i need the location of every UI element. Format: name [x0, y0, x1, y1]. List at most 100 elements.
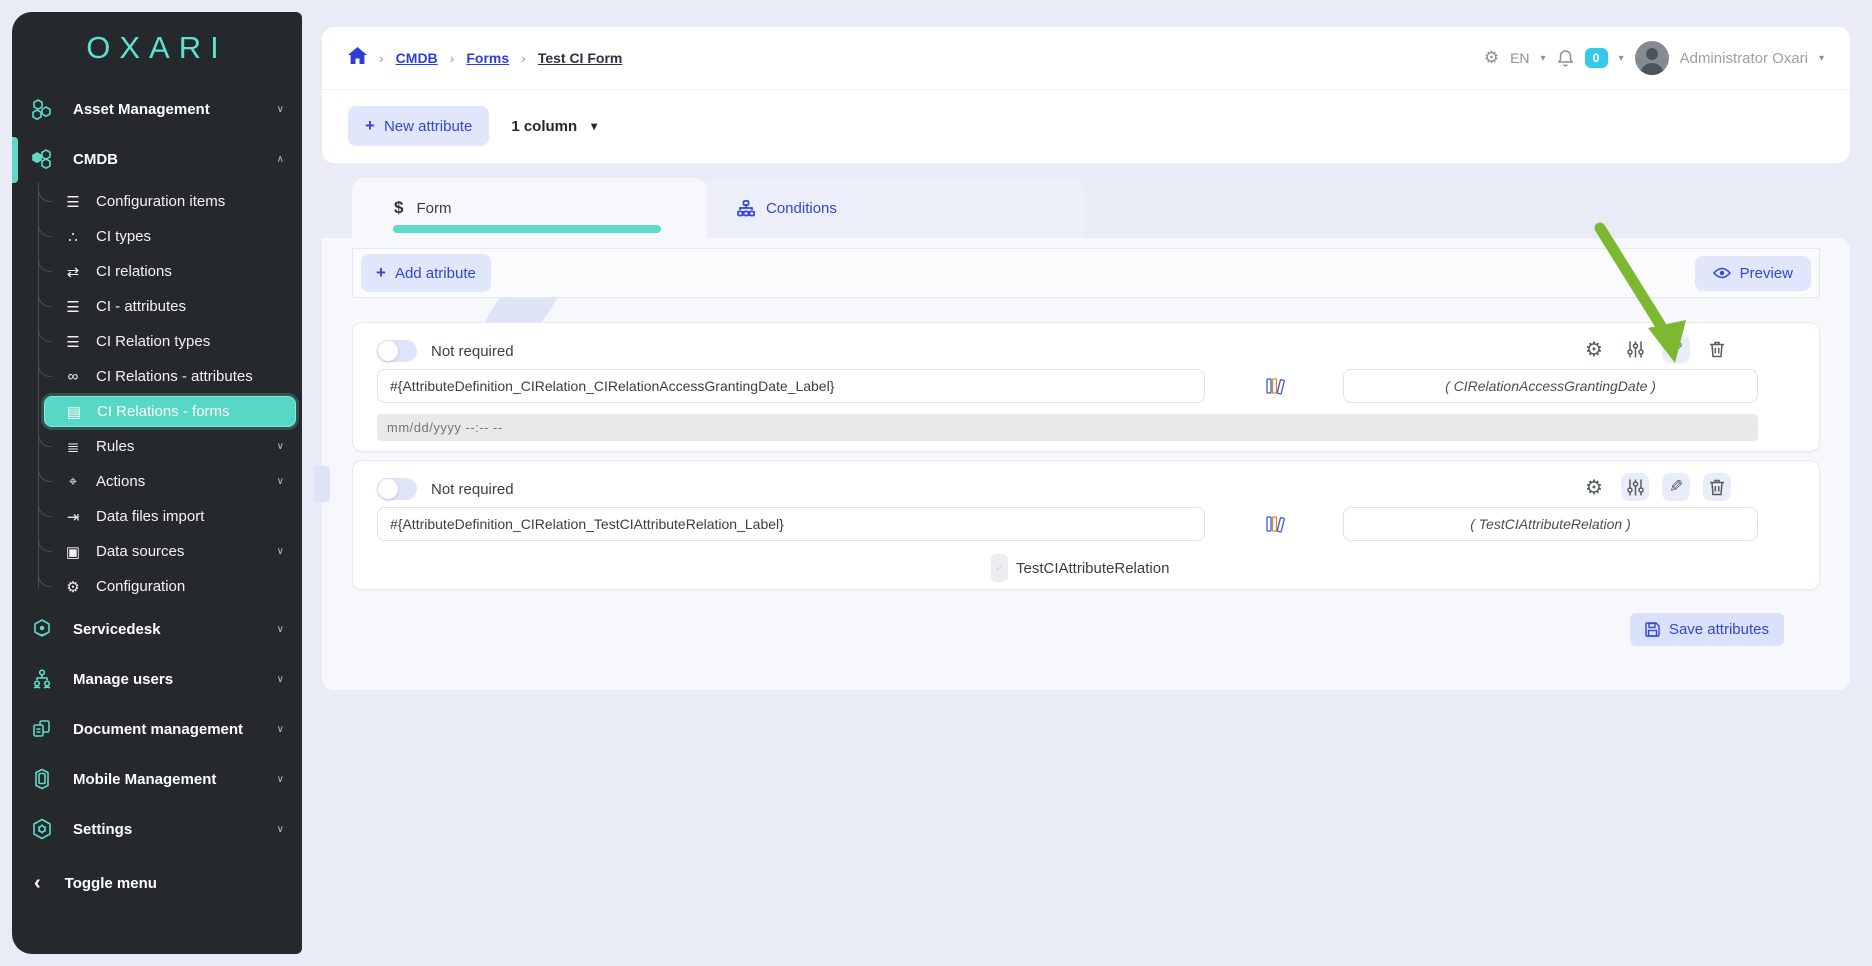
decorative-shape: [314, 466, 330, 502]
chevron-down-icon: ∨: [277, 546, 284, 557]
sidebar-item-configuration-items[interactable]: ☰ Configuration items: [12, 184, 302, 219]
toggle-knob: [378, 341, 398, 361]
attribute-sliders-icon[interactable]: [1621, 335, 1649, 363]
required-state-label: Not required: [431, 343, 514, 360]
users-icon: [27, 667, 57, 691]
headset-icon: [27, 617, 57, 641]
save-attributes-button[interactable]: Save attributes: [1630, 613, 1784, 646]
sidebar-item-document-management[interactable]: Document management ∨: [12, 704, 302, 754]
active-tab-indicator: [393, 225, 661, 233]
language-selector[interactable]: EN: [1510, 50, 1529, 66]
sidebar-item-ci-types[interactable]: ∴ CI types: [12, 219, 302, 254]
checkbox-preview[interactable]: ✓: [991, 554, 1008, 582]
home-icon[interactable]: [348, 47, 367, 69]
sidebar-item-ci-relations-attributes[interactable]: ∞ CI Relations - attributes: [12, 359, 302, 394]
data-box-icon: ▣: [62, 543, 84, 561]
swap-arrows-icon: ⇄: [62, 263, 84, 281]
sidebar-item-data-sources[interactable]: ▣ Data sources ∨: [12, 534, 302, 569]
checkbox-preview-label: TestCIAttributeRelation: [1016, 560, 1169, 577]
chevron-down-icon: ∨: [277, 724, 284, 735]
column-count-select[interactable]: 1 column ▾: [511, 118, 597, 135]
attribute-settings-icon[interactable]: ⚙: [1580, 473, 1608, 501]
sidebar-item-settings[interactable]: Settings ∨: [12, 804, 302, 854]
card-action-icons: ⚙ ✎: [1580, 473, 1731, 501]
link-icon: ∞: [62, 368, 84, 385]
chevron-down-icon: ∨: [277, 624, 284, 635]
new-attribute-button[interactable]: + New attribute: [348, 106, 489, 146]
attribute-toolbar: + New attribute 1 column ▾: [322, 90, 1850, 162]
sidebar-item-actions[interactable]: ⌖ Actions ∨: [12, 464, 302, 499]
attribute-edit-pencil-icon[interactable]: ✎: [1662, 473, 1690, 501]
list-icon: ☰: [62, 193, 84, 211]
attribute-settings-icon[interactable]: ⚙: [1580, 335, 1608, 363]
hexagon-cluster-filled-icon: [27, 147, 57, 171]
datetime-preview-input[interactable]: [377, 414, 1758, 441]
panel-action-strip: + Add atribute Preview: [352, 248, 1820, 298]
settings-gear-icon[interactable]: ⚙: [1484, 48, 1499, 68]
sidebar-item-data-files-import[interactable]: ⇥ Data files import: [12, 499, 302, 534]
tab-conditions[interactable]: Conditions: [707, 178, 1085, 238]
toggle-knob: [378, 479, 398, 499]
breadcrumb-current-page: Test CI Form: [538, 50, 623, 66]
caret-down-icon[interactable]: ▾: [1541, 53, 1546, 64]
add-attribute-button[interactable]: + Add atribute: [361, 254, 491, 292]
required-toggle[interactable]: [377, 340, 417, 362]
sidebar-item-ci-relation-types[interactable]: ☰ CI Relation types: [12, 324, 302, 359]
sidebar-item-manage-users[interactable]: Manage users ∨: [12, 654, 302, 704]
breadcrumb-forms-link[interactable]: Forms: [466, 50, 509, 66]
eye-icon: [1713, 267, 1731, 279]
sidebar-item-asset-management[interactable]: Asset Management ∨: [12, 84, 302, 134]
breadcrumb-separator: ›: [450, 50, 455, 66]
plus-icon: +: [365, 116, 375, 136]
attribute-name-field[interactable]: [1343, 507, 1758, 541]
plus-icon: +: [376, 263, 386, 283]
rules-icon: ≣: [62, 438, 84, 456]
library-books-icon[interactable]: [1265, 515, 1287, 533]
gears-icon: ⚙: [62, 578, 84, 596]
attribute-delete-trash-icon[interactable]: [1703, 335, 1731, 363]
attribute-sliders-icon[interactable]: [1621, 473, 1649, 501]
breadcrumb: › CMDB › Forms › Test CI Form: [348, 47, 622, 69]
attribute-label-input[interactable]: [377, 369, 1205, 403]
sidebar-item-rules[interactable]: ≣ Rules ∨: [12, 429, 302, 464]
form-file-icon: ▤: [63, 403, 85, 421]
sidebar-item-servicedesk[interactable]: Servicedesk ∨: [12, 604, 302, 654]
mobile-phone-icon: [27, 767, 57, 791]
sidebar-item-mobile-management[interactable]: Mobile Management ∨: [12, 754, 302, 804]
form-builder-panel: + Add atribute Preview: [322, 238, 1850, 690]
attribute-card-checkbox: Not required ⚙ ✎: [352, 460, 1820, 590]
notification-count-badge[interactable]: 0: [1585, 48, 1608, 68]
breadcrumb-cmdb-link[interactable]: CMDB: [396, 50, 438, 66]
documents-icon: [27, 717, 57, 741]
sidebar: OXARI Asset Management ∨ CMDB: [12, 12, 302, 954]
caret-down-icon[interactable]: ▾: [1819, 53, 1824, 64]
sidebar-item-ci-relations-forms[interactable]: ▤ CI Relations - forms: [44, 396, 296, 427]
library-books-icon[interactable]: [1265, 377, 1287, 395]
breadcrumb-separator: ›: [379, 50, 384, 66]
main-area: › CMDB › Forms › Test CI Form ⚙ EN ▾: [302, 0, 1872, 966]
sidebar-item-ci-attributes[interactable]: ☰ CI - attributes: [12, 289, 302, 324]
sidebar-item-cmdb[interactable]: CMDB ∧: [12, 134, 302, 184]
sidebar-item-ci-relations[interactable]: ⇄ CI relations: [12, 254, 302, 289]
chevron-up-icon: ∧: [277, 154, 284, 165]
caret-down-icon[interactable]: ▾: [1619, 53, 1624, 64]
attribute-edit-pencil-icon[interactable]: ✎: [1662, 335, 1690, 363]
sidebar-item-label: CMDB: [73, 151, 118, 168]
chevron-down-icon: ∨: [277, 104, 284, 115]
attribute-delete-trash-icon[interactable]: [1703, 473, 1731, 501]
settings-hexagon-gear-icon: [27, 817, 57, 841]
preview-button[interactable]: Preview: [1695, 256, 1811, 291]
hierarchy-icon: ∴: [62, 228, 84, 246]
floppy-save-icon: [1645, 622, 1660, 637]
chevron-down-icon: ∨: [277, 824, 284, 835]
toggle-menu-button[interactable]: ‹ Toggle menu: [12, 858, 302, 908]
user-name[interactable]: Administrator Oxari: [1680, 50, 1808, 67]
required-toggle[interactable]: [377, 478, 417, 500]
notification-bell-icon[interactable]: [1557, 49, 1574, 67]
sidebar-item-configuration[interactable]: ⚙ Configuration: [12, 569, 302, 604]
attribute-label-input[interactable]: [377, 507, 1205, 541]
oxari-logo: OXARI: [12, 12, 302, 84]
tab-form[interactable]: $ Form: [352, 178, 707, 238]
attribute-name-field[interactable]: [1343, 369, 1758, 403]
user-avatar[interactable]: [1635, 41, 1669, 75]
